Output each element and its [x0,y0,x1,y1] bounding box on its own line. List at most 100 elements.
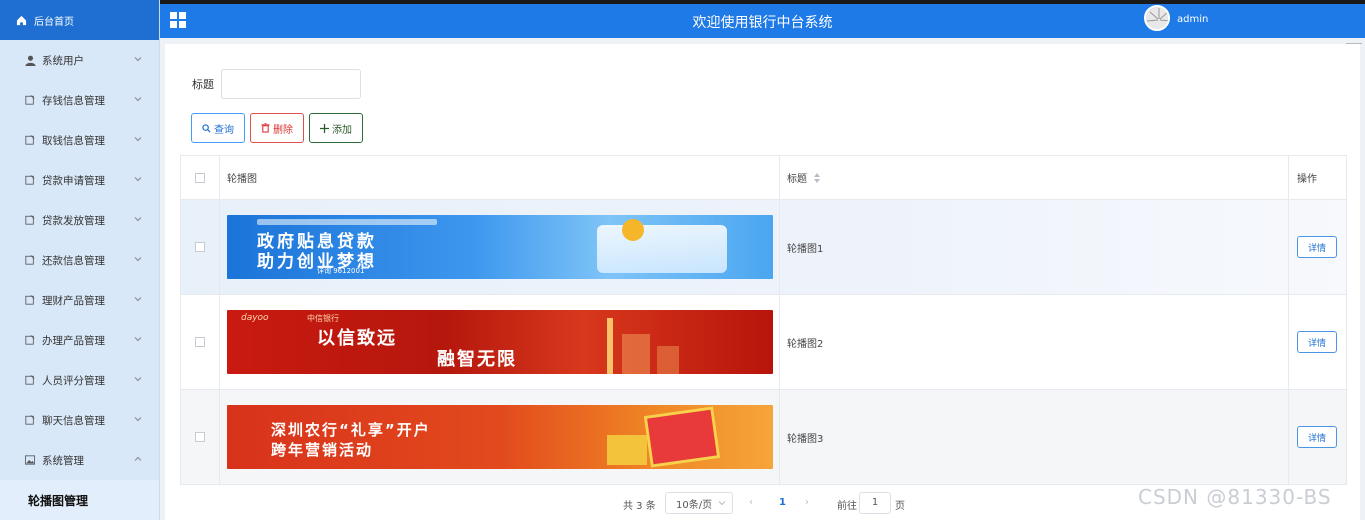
chevron-down-icon [134,257,142,262]
sidebar-item-5[interactable]: 贷款发放管理 [0,200,159,240]
building-graphic [622,334,650,374]
tower-graphic [607,318,613,374]
row-checkbox-cell [181,390,220,484]
sidebar-item-3[interactable]: 取钱信息管理 [0,120,159,160]
doc-icon [24,414,36,426]
sidebar-item-1[interactable]: 系统用户 [0,40,159,80]
row-image-cell: 政府贴息贷款 助力创业梦想 详询 9612001 [220,200,780,294]
delete-label: 删除 [273,124,293,136]
carousel-image-2: dayoo 中信银行 以信致远 融智无限 [227,310,773,374]
home-icon [16,15,27,25]
next-page-button[interactable]: › [805,497,809,508]
plus-icon [320,123,329,133]
table-row: 深圳农行“礼享”开户 跨年营销活动 轮播图3 详情 [181,390,1346,484]
banner2-line2: 融智无限 [437,349,517,370]
sidebar-item-label: 取钱信息管理 [42,134,105,147]
gift-box-graphic [607,435,647,465]
page-number-current[interactable]: 1 [779,497,786,508]
row-checkbox[interactable] [195,432,205,442]
sidebar-item-label: 系统用户 [42,54,84,67]
sidebar-item-8[interactable]: 办理产品管理 [0,320,159,360]
chevron-down-icon [134,297,142,302]
search-label: 标题 [192,78,214,91]
header-title[interactable]: 标题 [780,156,1289,199]
row-title: 轮播图2 [780,295,1289,389]
sidebar-home[interactable]: 后台首页 [0,0,159,40]
building-graphic [657,346,679,374]
row-image-cell: 深圳农行“礼享”开户 跨年营销活动 [220,390,780,484]
goto-page-input[interactable]: 1 [859,492,891,514]
sidebar-item-10[interactable]: 聊天信息管理 [0,400,159,440]
doc-icon [24,254,36,266]
row-checkbox-cell [181,200,220,294]
sidebar-item-4[interactable]: 贷款申请管理 [0,160,159,200]
title-search-input[interactable] [221,69,361,99]
row-title: 轮播图3 [780,390,1289,484]
header-title-label: 标题 [787,174,807,185]
banner3-line2: 跨年营销活动 [271,441,374,459]
bank-logo-strip [257,219,437,225]
sidebar-item-label: 贷款发放管理 [42,214,105,227]
detail-button[interactable]: 详情 [1297,236,1337,258]
doc-icon [24,174,36,186]
header-op: 操作 [1297,174,1317,185]
query-button[interactable]: 查询 [191,113,245,143]
sort-icon[interactable] [813,172,821,183]
sidebar-item-label: 系统管理 [42,454,84,467]
banner1-small: 详询 9612001 [317,267,365,275]
sidebar: 后台首页 系统用户存钱信息管理取钱信息管理 贷款申请管理 贷款发放管理 还款信息管理理… [0,0,160,520]
table-row: 政府贴息贷款 助力创业梦想 详询 9612001 轮播图1 详情 [181,200,1346,295]
sidebar-item-11[interactable]: 系统管理 [0,440,159,480]
header-image: 轮播图 [220,156,780,199]
add-label: 添加 [332,124,352,136]
sidebar-item-label: 理财产品管理 [42,294,105,307]
header-bar: 欢迎使用银行中台系统 admin [160,4,1365,38]
sidebar-item-2[interactable]: 存钱信息管理 [0,80,159,120]
chevron-down-icon [134,97,142,102]
sidebar-home-label: 后台首页 [34,16,74,28]
sidebar-item-label: 聊天信息管理 [42,414,105,427]
user-name[interactable]: admin [1177,14,1208,25]
table-header-row: 轮播图 标题 操作 [181,156,1346,200]
sidebar-item-label: 还款信息管理 [42,254,105,267]
detail-button[interactable]: 详情 [1297,331,1337,353]
carousel-image-3: 深圳农行“礼享”开户 跨年营销活动 [227,405,773,469]
sidebar-sub-item-carousel[interactable]: 轮播图管理 [0,480,159,520]
row-image-cell: dayoo 中信银行 以信致远 融智无限 [220,295,780,389]
row-checkbox[interactable] [195,337,205,347]
doc-icon [24,294,36,306]
user-icon [24,54,36,66]
add-button[interactable]: 添加 [309,113,363,143]
sidebar-item-9[interactable]: 人员评分管理 [0,360,159,400]
carousel-image-1: 政府贴息贷款 助力创业梦想 详询 9612001 [227,215,773,279]
banner2-line1: 以信致远 [317,328,397,349]
chevron-down-icon [134,417,142,422]
delete-button[interactable]: 删除 [250,113,304,143]
header-checkbox-cell [181,156,220,199]
doc-icon [24,334,36,346]
sidebar-item-6[interactable]: 还款信息管理 [0,240,159,280]
row-checkbox-cell [181,295,220,389]
detail-button[interactable]: 详情 [1297,426,1337,448]
page-size-value: 10条/页 [676,499,713,511]
trash-icon [261,123,270,133]
watermark: CSDN @81330-BS [1138,485,1332,509]
avatar[interactable] [1144,5,1170,31]
carousel-table: 轮播图 标题 操作 政府贴息贷款 助力创业梦想 详询 9612001 轮播图1 [180,155,1347,485]
chevron-up-icon [134,456,142,461]
row-op-cell: 详情 [1289,390,1346,484]
sidebar-item-label: 贷款申请管理 [42,174,105,187]
select-all-checkbox[interactable] [195,172,205,183]
page-suffix: 页 [895,501,905,512]
banner1-graphic [597,225,727,273]
prev-page-button[interactable]: ‹ [749,497,753,508]
page-size-select[interactable]: 10条/页 [665,492,733,514]
table-row: dayoo 中信银行 以信致远 融智无限 轮播图2 详情 [181,295,1346,390]
chevron-down-icon [134,57,142,62]
image-icon [24,454,36,466]
chevron-down-icon [134,217,142,222]
row-checkbox[interactable] [195,242,205,252]
doc-icon [24,374,36,386]
sidebar-item-7[interactable]: 理财产品管理 [0,280,159,320]
sidebar-item-label: 人员评分管理 [42,374,105,387]
